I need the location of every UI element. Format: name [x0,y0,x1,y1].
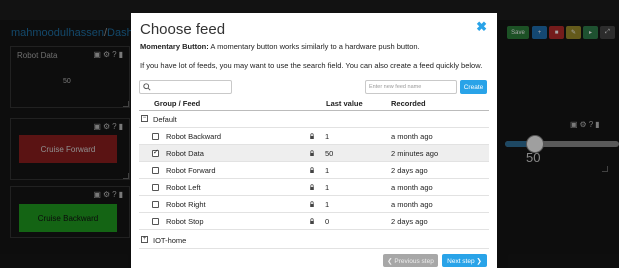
column-header-last-value[interactable]: Last value [326,99,363,108]
feed-last-value: 1 [325,132,330,141]
lock-icon [310,218,314,224]
feed-name: Robot Data [166,149,204,158]
block-description: Momentary Button: A momentary button wor… [140,42,420,51]
feed-checkbox[interactable] [152,133,159,140]
lock-icon [310,150,314,156]
lock-icon [310,184,314,190]
column-header-group-feed[interactable]: Group / Feed [154,99,200,108]
group-row-iot-home[interactable]: + IOT-home [139,232,489,249]
lock-icon [310,167,314,173]
lock-icon [310,133,314,139]
feed-last-value: 1 [325,166,330,175]
feed-last-value: 50 [325,149,334,158]
feed-name: Robot Backward [166,132,222,141]
expand-icon[interactable]: + [141,236,148,243]
feed-checkbox[interactable] [152,201,159,208]
feed-last-value: 0 [325,217,330,226]
feed-checkbox[interactable] [152,184,159,191]
collapse-icon[interactable]: − [141,115,148,122]
feed-row[interactable]: Robot Backward 1 a month ago [139,128,489,145]
feed-row[interactable]: Robot Right 1 a month ago [139,196,489,213]
group-name: IOT-home [153,236,187,245]
feed-recorded: a month ago [391,200,433,209]
feed-checkbox[interactable] [152,148,159,157]
feed-recorded: a month ago [391,183,433,192]
feed-row[interactable]: Robot Stop 0 2 days ago [139,213,489,230]
block-type-description: A momentary button works similarly to a … [208,42,420,51]
close-icon[interactable]: ✖ [476,19,487,35]
feed-recorded: 2 days ago [391,166,428,175]
feed-search[interactable] [139,80,232,94]
feed-row[interactable]: Robot Forward 1 2 days ago [139,162,489,179]
feed-checkbox[interactable] [152,218,159,225]
feed-name: Robot Stop [166,217,204,226]
feed-last-value: 1 [325,200,330,209]
choose-feed-modal: Choose feed ✖ Momentary Button: A moment… [131,13,497,268]
lock-icon [310,201,314,207]
column-header-recorded[interactable]: Recorded [391,99,426,108]
search-hint: If you have lot of feeds, you may want t… [140,61,483,70]
feed-recorded: a month ago [391,132,433,141]
feed-last-value: 1 [325,183,330,192]
feed-name: Robot Right [166,200,206,209]
group-row-default[interactable]: − Default [139,111,489,128]
feed-row[interactable]: Robot Left 1 a month ago [139,179,489,196]
group-name: Default [153,115,177,124]
next-step-button[interactable]: Next step ❯ [442,254,487,267]
modal-title: Choose feed [140,21,226,38]
previous-step-button[interactable]: ❮ Previous step [383,254,438,267]
feed-name: Robot Left [166,183,201,192]
create-feed-button[interactable]: Create [460,80,487,94]
search-input[interactable] [153,81,231,93]
block-type-label: Momentary Button: [140,42,209,51]
feed-checkbox[interactable] [152,167,159,174]
feed-row[interactable]: Robot Data 50 2 minutes ago [139,145,489,162]
feed-name: Robot Forward [166,166,216,175]
search-icon [143,83,151,91]
feed-recorded: 2 minutes ago [391,149,439,158]
feed-recorded: 2 days ago [391,217,428,226]
new-feed-name-input[interactable] [365,80,457,94]
